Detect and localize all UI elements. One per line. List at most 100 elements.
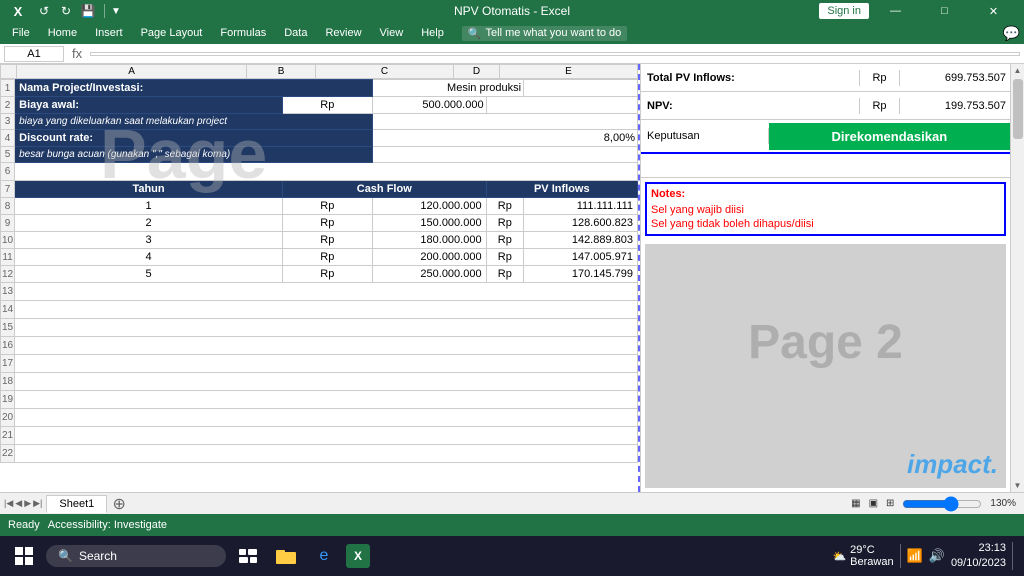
sign-in-button[interactable]: Sign in [819,3,869,19]
file-explorer-icon[interactable] [270,540,302,572]
tab-data[interactable]: Data [276,25,315,41]
table-row: 9 2 Rp 150.000.000 Rp 128.600.823 [1,215,638,232]
function-icon[interactable]: fx [68,46,86,61]
maximize-button[interactable]: □ [922,0,967,22]
keputusan-row: Keputusan Direkomendasikan [641,120,1010,154]
scroll-thumb[interactable] [1013,79,1023,139]
tab-help[interactable]: Help [413,25,452,41]
taskbar: 🔍 Search e X ⛅ 29°C Berawan 📶 [0,536,1024,576]
empty-row: 14 [1,301,638,319]
customize-qat[interactable]: ▼ [111,6,121,17]
title-bar-right: Sign in — □ ✕ [819,0,1016,22]
col-c-header: C [316,65,454,79]
taskbar-search-icon: 🔍 [58,549,73,563]
vertical-scrollbar[interactable]: ▲ ▼ [1010,64,1024,492]
row-discount-sub: 5 besar bunga acuan (gunakan "," sebagai… [1,147,638,163]
total-pv-rp: Rp [860,70,900,86]
ribbon-search-text: Tell me what you want to do [486,27,622,39]
page2-area: Page 2 impact. [645,244,1006,488]
clock[interactable]: 23:13 09/10/2023 [951,541,1006,572]
formula-bar: A1 fx [0,44,1024,64]
tab-view[interactable]: View [372,25,412,41]
formula-input[interactable] [90,52,1020,56]
col-a-header: A [17,65,247,79]
biaya-rp-cell: Rp [282,97,372,114]
right-panel: Total PV Inflows: Rp 699.753.507 NPV: Rp… [640,64,1010,492]
sheet-tab-sheet1[interactable]: Sheet1 [46,495,107,513]
keputusan-label: Keputusan [641,128,769,144]
task-view-button[interactable] [232,540,264,572]
excel-taskbar-icon[interactable]: X [346,544,370,568]
npv-rp: Rp [860,98,900,114]
ribbon-search[interactable]: 🔍 Tell me what you want to do [462,26,627,41]
row-num-2: 2 [1,97,15,114]
tab-file[interactable]: File [4,25,38,41]
keputusan-value: Direkomendasikan [769,123,1010,150]
row-num-4: 4 [1,130,15,147]
taskbar-search-placeholder: Search [79,549,117,563]
notes-section: Notes: Sel yang wajib diisi Sel yang tid… [645,182,1006,236]
discount-sub-cell: besar bunga acuan (gunakan "," sebagai k… [15,147,373,163]
tab-home[interactable]: Home [40,25,85,41]
taskbar-search[interactable]: 🔍 Search [46,545,226,567]
clock-date: 09/10/2023 [951,556,1006,571]
comments-icon[interactable]: 💬 [1003,25,1020,42]
tab-formulas[interactable]: Formulas [212,25,274,41]
left-panel: A B C D E 1 Nama Project/Investasi: Mesi… [0,64,638,492]
show-desktop-button[interactable] [1012,542,1016,570]
spreadsheet-area: Page A B C D E 1 Nama Project/Investasi: [0,64,1024,492]
search-icon: 🔍 [468,27,482,40]
status-bar: Ready Accessibility: Investigate [0,514,1024,536]
name-box[interactable]: A1 [4,46,64,62]
nav-left-left[interactable]: |◀ [4,498,13,509]
tab-page-layout[interactable]: Page Layout [133,25,211,41]
col-e-header: E [499,65,637,79]
redo-button[interactable]: ↻ [56,1,76,21]
cell-e1 [524,80,638,97]
nav-right[interactable]: ▶ [24,498,31,509]
minimize-button[interactable]: — [873,0,918,22]
empty-row: 17 [1,355,638,373]
nav-right-right[interactable]: ▶| [33,498,42,509]
empty-row: 22 [1,445,638,463]
zoom-slider[interactable] [902,496,982,512]
close-button[interactable]: ✕ [971,0,1016,22]
row-num-5: 5 [1,147,15,163]
excel-icon: X [8,1,28,21]
row-discount: 4 Discount rate: 8,00% [1,130,638,147]
title-bar: X ↺ ↻ 💾 ▼ NPV Otomatis - Excel Sign in —… [0,0,1024,22]
accessibility-text: Accessibility: Investigate [48,519,167,531]
tray-divider [900,544,901,568]
tab-insert[interactable]: Insert [87,25,131,41]
npv-value: 199.753.507 [900,98,1010,114]
notes-title: Notes: [651,188,1000,200]
col-tahun-header: Tahun [15,181,283,198]
scroll-down-arrow[interactable]: ▼ [1012,479,1024,492]
col-cashflow-header: Cash Flow [282,181,486,198]
empty-row: 20 [1,409,638,427]
start-button[interactable] [8,540,40,572]
total-pv-value: 699.753.507 [900,70,1010,86]
scroll-up-arrow[interactable]: ▲ [1012,64,1024,77]
edge-icon[interactable]: e [308,540,340,572]
col-pv-header: PV Inflows [486,181,637,198]
undo-button[interactable]: ↺ [34,1,54,21]
table-row: 8 1 Rp 120.000.000 Rp 111.111.111 [1,198,638,215]
ready-text: Ready [8,519,40,531]
view-normal-icon[interactable]: ▦ [851,498,860,509]
empty-row: 19 [1,391,638,409]
volume-icon[interactable]: 🔊 [929,548,945,564]
save-button[interactable]: 💾 [78,1,98,21]
sheet-tabs-bar: |◀ ◀ ▶ ▶| Sheet1 ⊕ ▦ ▣ ⊞ 130% [0,492,1024,514]
biaya-sub-cell: biaya yang dikeluarkan saat melakukan pr… [15,114,373,130]
network-icon[interactable]: 📶 [907,548,923,564]
note1: Sel yang wajib diisi [651,204,1000,216]
view-page-break-icon[interactable]: ⊞ [886,498,894,509]
biaya-label-cell: Biaya awal: [15,97,283,114]
project-value-cell: Mesin produksi [372,80,523,97]
tab-review[interactable]: Review [317,25,369,41]
add-sheet-button[interactable]: ⊕ [109,494,129,514]
view-layout-icon[interactable]: ▣ [869,498,878,509]
cell-cde3 [372,114,637,130]
nav-left[interactable]: ◀ [15,498,22,509]
